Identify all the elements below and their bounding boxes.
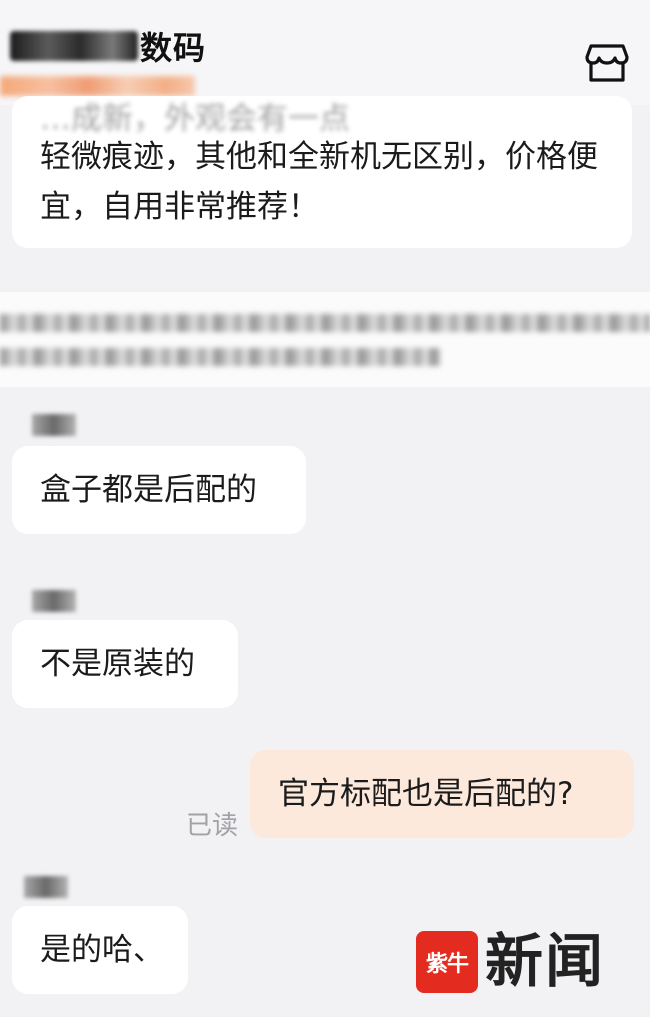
message-text: 轻微痕迹，其他和全新机无区别，价格便宜，自用非常推荐！ [40, 139, 598, 225]
redacted-system-notice [0, 292, 650, 387]
redacted-sender-avatar [24, 876, 68, 898]
message-bubble-seller[interactable]: 盒子都是后配的 [12, 446, 306, 534]
message-bubble-mine[interactable]: 官方标配也是后配的? [250, 750, 634, 838]
store-icon[interactable] [583, 38, 631, 86]
message-text: 盒子都是后配的 [40, 472, 257, 508]
read-status: 已读 [186, 811, 239, 841]
watermark-logo-text: 紫牛 [425, 951, 469, 977]
redacted-line [0, 314, 650, 332]
redacted-shop-name [10, 31, 138, 61]
shop-name: 数码 [140, 29, 207, 67]
shop-title[interactable]: 数码 [10, 22, 206, 70]
redacted-line [0, 348, 440, 366]
message-text: 官方标配也是后配的? [278, 776, 574, 812]
message-text: 不是原装的 [40, 646, 195, 682]
chat-header: 数码 [0, 0, 650, 105]
partially-hidden-text: …成新，外观会有一点 [40, 101, 350, 132]
message-text: 是的哈、 [40, 932, 164, 968]
message-bubble-seller[interactable]: 不是原装的 [12, 620, 238, 708]
watermark-logo: 紫牛 [416, 931, 478, 993]
message-bubble-seller[interactable]: 是的哈、 [12, 906, 188, 994]
redacted-sender-avatar [32, 590, 76, 612]
redacted-sender-avatar [32, 414, 76, 436]
watermark-text: 新闻 [485, 927, 606, 995]
redacted-shop-subtitle [0, 76, 195, 96]
message-bubble-seller[interactable]: …成新，外观会有一点 轻微痕迹，其他和全新机无区别，价格便宜，自用非常推荐！ [12, 96, 632, 248]
